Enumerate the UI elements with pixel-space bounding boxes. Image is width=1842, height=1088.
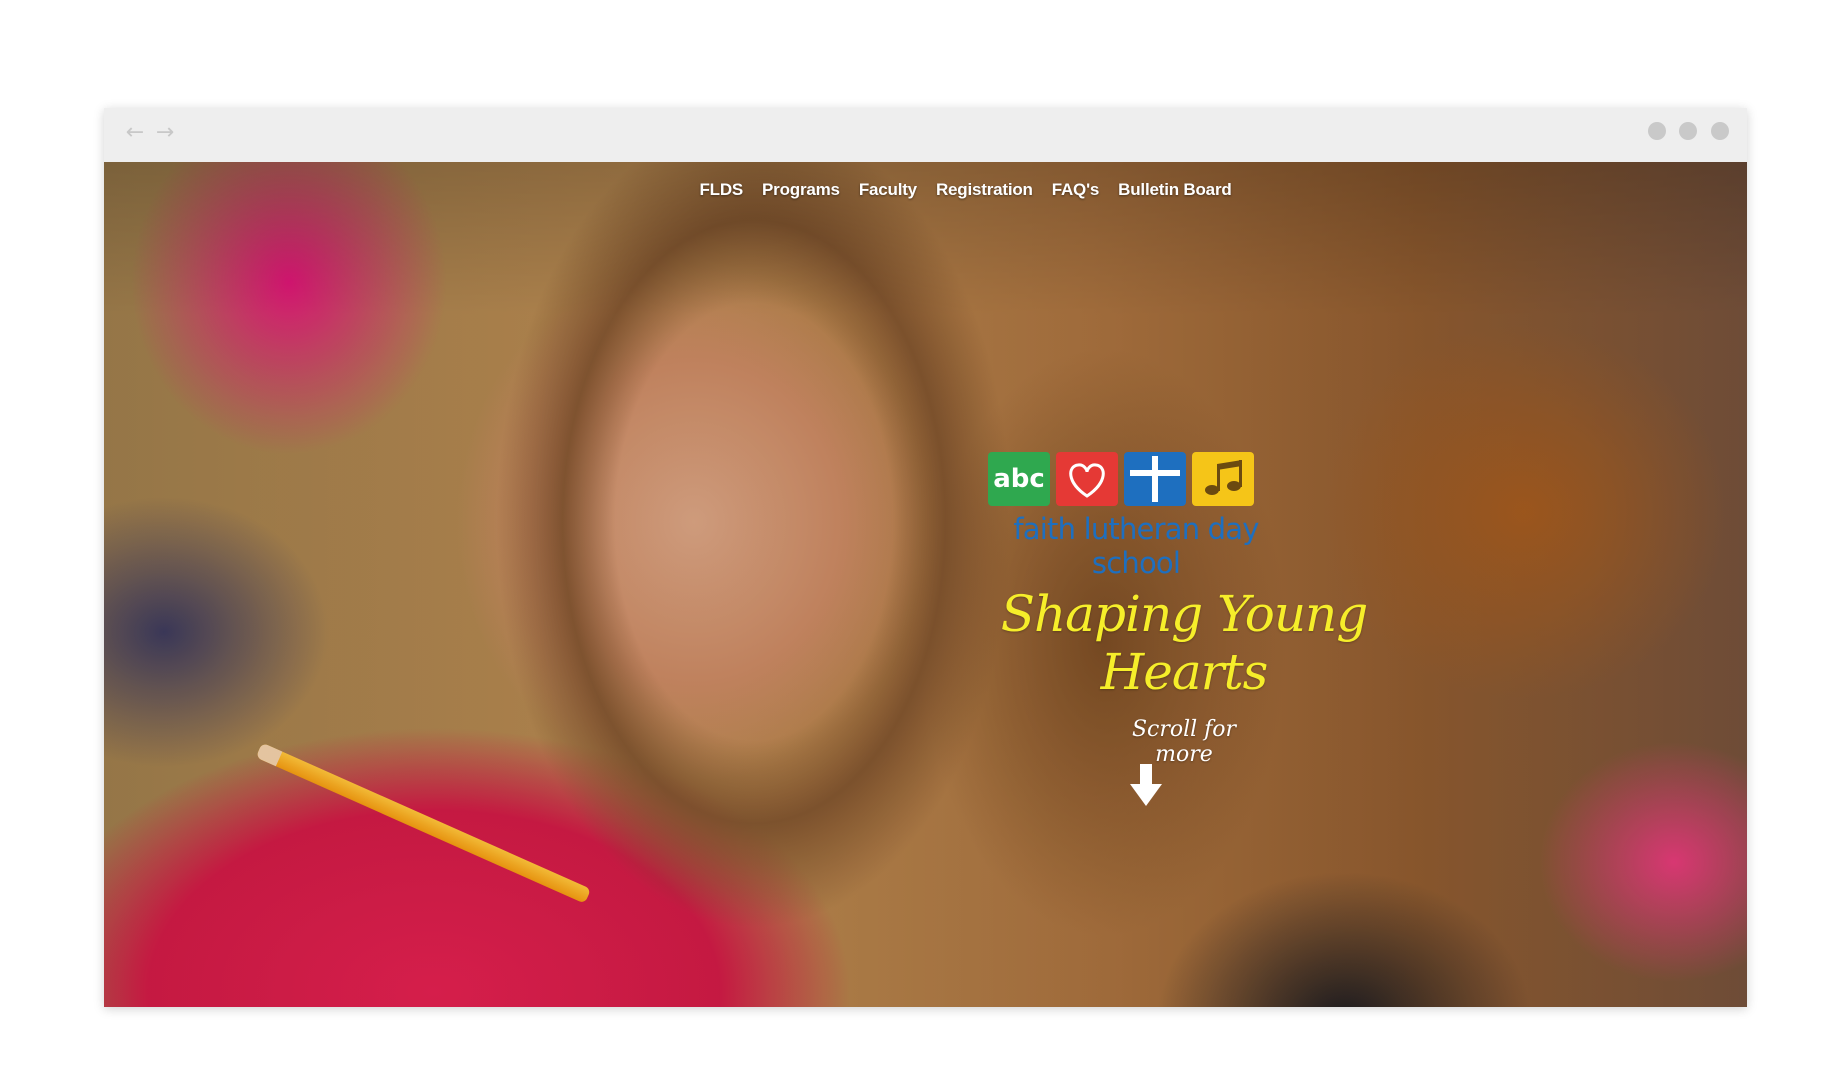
window-dot-icon[interactable]: [1648, 122, 1666, 140]
nav-item-programs[interactable]: Programs: [762, 180, 840, 200]
cross-icon: [1124, 452, 1186, 506]
browser-window: ← → FLDS Programs Faculty Registration F…: [104, 108, 1747, 1007]
nav-item-faqs[interactable]: FAQ's: [1052, 180, 1100, 200]
music-note-icon: [1192, 452, 1254, 506]
main-nav: FLDS Programs Faculty Registration FAQ's…: [104, 180, 1747, 200]
forward-icon[interactable]: →: [152, 120, 178, 146]
window-dot-icon[interactable]: [1679, 122, 1697, 140]
arrow-down-icon[interactable]: [1128, 762, 1164, 808]
heart-icon: [1056, 452, 1118, 506]
hero-section: FLDS Programs Faculty Registration FAQ's…: [104, 162, 1747, 1007]
nav-item-flds[interactable]: FLDS: [699, 180, 743, 200]
school-name: faith lutheran day school: [1013, 512, 1259, 580]
hero-tagline: Shaping Young Hearts: [1000, 585, 1369, 701]
back-icon[interactable]: ←: [122, 120, 148, 146]
nav-item-bulletin-board[interactable]: Bulletin Board: [1118, 180, 1232, 200]
nav-item-faculty[interactable]: Faculty: [859, 180, 917, 200]
hero-photo-overlay: [104, 162, 1747, 1007]
window-dot-icon[interactable]: [1711, 122, 1729, 140]
scroll-prompt[interactable]: Scroll for more: [1104, 717, 1264, 767]
abc-icon: abc: [988, 452, 1050, 506]
school-logo[interactable]: abc faith lutheran day school: [976, 452, 1276, 580]
browser-toolbar: ← →: [104, 108, 1747, 163]
nav-item-registration[interactable]: Registration: [936, 180, 1033, 200]
